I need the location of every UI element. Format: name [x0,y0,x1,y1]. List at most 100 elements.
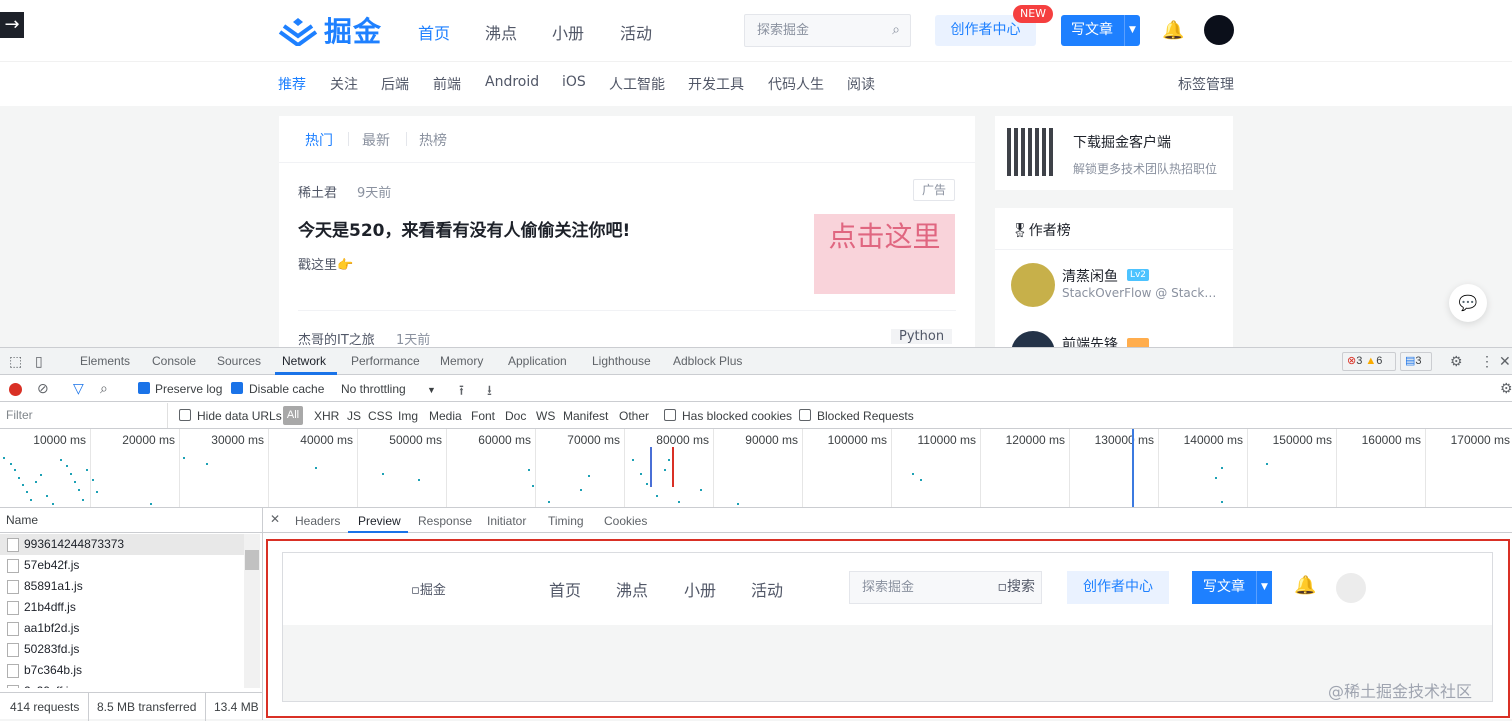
bell-icon[interactable]: 🔔 [1294,575,1316,596]
filter-doc[interactable]: Doc [505,409,526,423]
request-row[interactable]: 57eb42f.js [0,555,244,576]
article-tag[interactable]: Python [891,329,953,344]
device-toggle-icon[interactable]: ▯ [35,353,43,370]
request-row[interactable]: 21b4dff.js [0,597,244,618]
preview-nav-home[interactable]: 首页 [549,577,581,601]
author-avatar[interactable] [1011,263,1055,307]
preview-nav-pins[interactable]: 沸点 [616,577,648,601]
tab-preview[interactable]: Preview [358,514,401,528]
more-icon[interactable]: ⋮ [1480,353,1494,370]
filter-manifest[interactable]: Manifest [563,409,608,423]
request-row[interactable]: 85891a1.js [0,576,244,597]
sidebar-toggle-button[interactable]: → [0,12,24,38]
tab-timing[interactable]: Timing [548,514,584,528]
category-ai[interactable]: 人工智能 [609,74,665,94]
throttling-select[interactable]: No throttling [341,382,406,396]
filter-input[interactable]: Filter [0,403,168,428]
category-reading[interactable]: 阅读 [847,74,875,94]
filter-js[interactable]: JS [347,409,361,423]
article-author[interactable]: 稀土君 [298,182,337,201]
tab-performance[interactable]: Performance [351,354,420,368]
request-row[interactable]: 993614244873373 [0,534,244,555]
request-row[interactable]: 50283fd.js [0,639,244,660]
blocked-requests-checkbox[interactable] [799,409,811,421]
bell-icon[interactable]: 🔔 [1162,20,1184,41]
request-row[interactable]: 2c29cff.js [0,681,244,688]
category-life[interactable]: 代码人生 [768,74,824,94]
nav-home[interactable]: 首页 [418,20,450,44]
name-column-header[interactable]: Name [0,508,262,533]
tag-manage-link[interactable]: 标签管理 [1178,74,1234,94]
search-icon[interactable]: ⌕ [892,15,900,46]
article-thumbnail[interactable]: 点击这里 [814,214,955,294]
chevron-down-icon[interactable]: ▼ [427,385,436,395]
filter-xhr[interactable]: XHR [314,409,339,423]
tab-ranking[interactable]: 热榜 [419,130,447,150]
filter-img[interactable]: Img [398,409,418,423]
tab-sources[interactable]: Sources [217,354,261,368]
inspect-icon[interactable]: ⬚ [9,353,22,370]
request-list-scrollbar[interactable] [244,534,260,688]
category-android[interactable]: Android [485,74,539,90]
preview-nav-events[interactable]: 活动 [751,577,783,601]
tab-headers[interactable]: Headers [295,514,340,528]
panel-divider[interactable] [262,508,263,720]
messages-counter[interactable]: ▤3 [1400,352,1432,371]
tab-adblock-plus[interactable]: Adblock Plus [673,354,742,368]
author-name[interactable]: 清蒸闲鱼 [1062,266,1118,286]
preview-creator-button[interactable]: 创作者中心 [1067,571,1169,604]
filter-media[interactable]: Media [429,409,462,423]
tab-response[interactable]: Response [418,514,472,528]
category-ios[interactable]: iOS [562,74,586,90]
network-overview-timeline[interactable]: 10000 ms 20000 ms 30000 ms 40000 ms 50000 ms… [0,429,1512,508]
request-row[interactable]: aa1bf2d.js [0,618,244,639]
close-icon[interactable]: ✕ [1499,353,1511,370]
search-input[interactable]: 探索掘金 ⌕ [744,14,911,47]
clear-icon[interactable]: ⊘ [37,380,49,397]
tab-console[interactable]: Console [152,354,196,368]
category-follow[interactable]: 关注 [330,74,358,94]
gear-icon[interactable]: ⚙ [1500,380,1512,397]
preserve-log-checkbox[interactable] [138,382,150,394]
search-icon[interactable]: ⌕ [100,380,108,397]
juejin-logo[interactable]: 掘金 [278,12,382,48]
tab-memory[interactable]: Memory [440,354,483,368]
category-devtools[interactable]: 开发工具 [688,74,744,94]
tab-network[interactable]: Network [282,354,326,368]
preview-nav-books[interactable]: 小册 [684,577,716,601]
hide-data-urls-checkbox[interactable] [179,409,191,421]
nav-books[interactable]: 小册 [552,20,584,44]
tab-elements[interactable]: Elements [80,354,130,368]
tab-application[interactable]: Application [508,354,567,368]
avatar[interactable] [1336,573,1366,603]
broken-search-image[interactable]: ▫搜索 [998,572,1036,603]
tab-latest[interactable]: 最新 [362,130,390,150]
request-row[interactable]: b7c364b.js [0,660,244,681]
download-app-card[interactable]: 下载掘金客户端 解锁更多技术团队热招职位 [995,116,1233,190]
filter-other[interactable]: Other [619,409,649,423]
avatar[interactable] [1204,15,1234,45]
category-recommend[interactable]: 推荐 [278,74,306,94]
blocked-cookies-checkbox[interactable] [664,409,676,421]
chat-bubble-icon[interactable]: 💬 [1449,284,1487,322]
filter-icon[interactable]: ▽ [73,380,84,397]
tab-cookies[interactable]: Cookies [604,514,647,528]
article-title[interactable]: 今天是520，来看看有没有人偷偷关注你吧! [298,216,630,241]
chevron-down-icon[interactable]: ▼ [1124,15,1140,46]
article-author[interactable]: 杰哥的IT之旅 [298,329,375,348]
category-backend[interactable]: 后端 [381,74,409,94]
disable-cache-checkbox[interactable] [231,382,243,394]
tab-hot[interactable]: 热门 [305,130,333,150]
record-button[interactable] [9,383,22,396]
filter-ws[interactable]: WS [536,409,555,423]
broken-logo-image[interactable]: ▫掘金 [411,579,446,598]
filter-font[interactable]: Font [471,409,495,423]
category-frontend[interactable]: 前端 [433,74,461,94]
scrollbar-thumb[interactable] [245,550,259,570]
tab-initiator[interactable]: Initiator [487,514,526,528]
write-article-button[interactable]: 写文章 ▼ [1061,15,1140,46]
export-icon[interactable]: ⭳ [487,380,492,404]
tab-lighthouse[interactable]: Lighthouse [592,354,651,368]
preview-write-button[interactable]: 写文章 ▼ [1192,571,1272,604]
article-abstract[interactable]: 戳这里👉 [298,254,353,273]
